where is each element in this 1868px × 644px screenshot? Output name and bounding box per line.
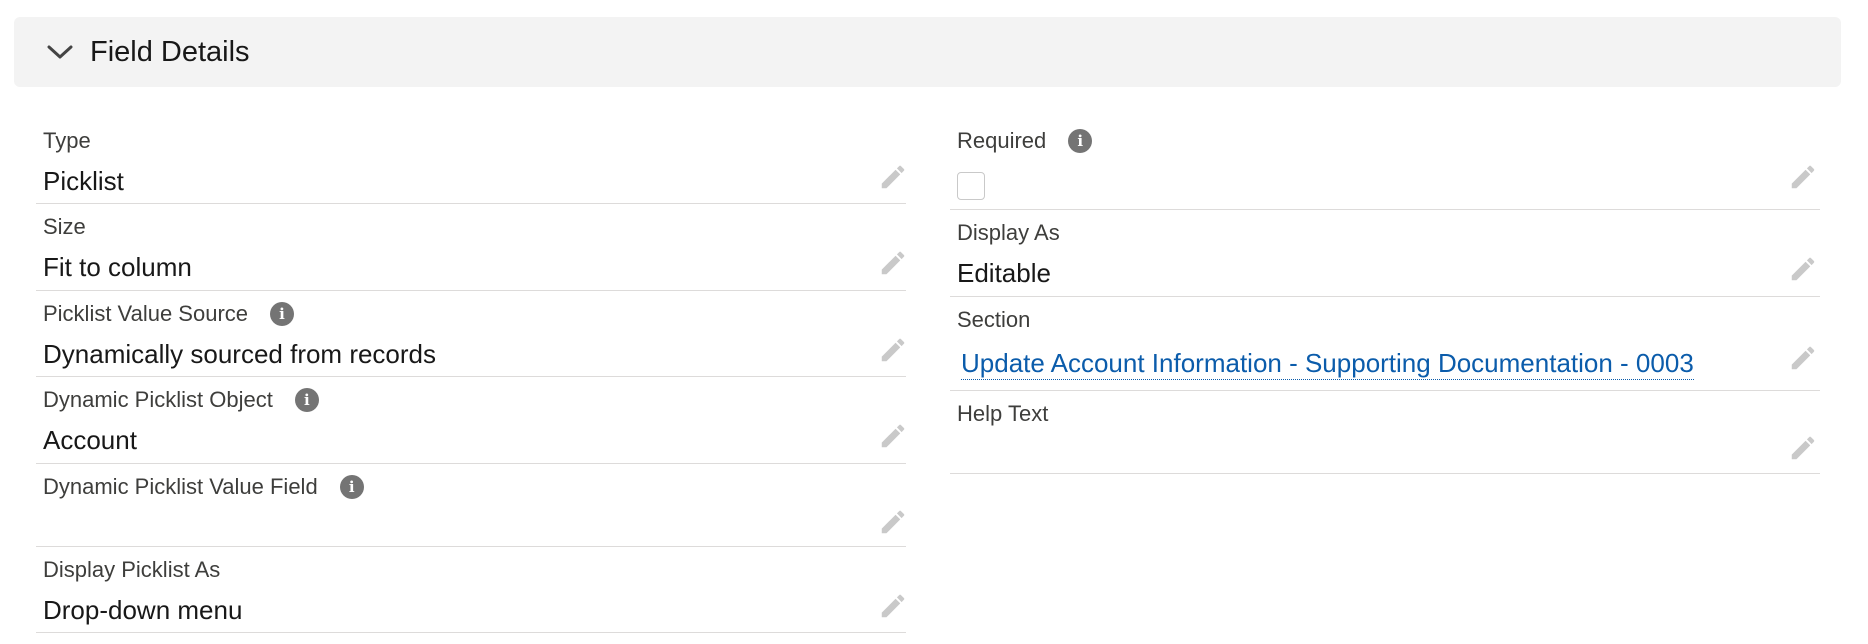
field-label: Size: [43, 214, 86, 239]
field-required: Required i: [950, 118, 1820, 210]
info-icon[interactable]: i: [270, 302, 295, 326]
info-icon[interactable]: i: [1068, 129, 1093, 153]
field-label: Dynamic Picklist Object i: [43, 387, 319, 413]
pencil-icon[interactable]: [878, 421, 908, 451]
section-header[interactable]: Field Details: [14, 17, 1841, 87]
field-label: Help Text: [957, 401, 1049, 426]
pencil-icon[interactable]: [1788, 254, 1818, 284]
field-type: Type Picklist: [36, 118, 906, 204]
field-label: Section: [957, 307, 1031, 332]
field-display-as: Display As Editable: [950, 210, 1820, 297]
info-icon[interactable]: i: [294, 388, 319, 412]
pencil-icon[interactable]: [878, 162, 908, 192]
field-label: Display Picklist As: [43, 557, 221, 582]
field-value: Drop-down menu: [43, 595, 243, 625]
info-icon[interactable]: i: [339, 475, 364, 499]
pencil-icon[interactable]: [878, 591, 908, 621]
field-value: Editable: [957, 258, 1051, 288]
field-dynamic-picklist-value-field: Dynamic Picklist Value Field i: [36, 464, 906, 547]
field-display-picklist-as: Display Picklist As Drop-down menu: [36, 547, 906, 633]
chevron-down-icon[interactable]: [40, 32, 80, 72]
field-section: Section Update Account Information - Sup…: [950, 297, 1820, 391]
section-link[interactable]: Update Account Information - Supporting …: [961, 348, 1694, 380]
field-label: Picklist Value Source i: [43, 301, 295, 327]
field-label: Dynamic Picklist Value Field i: [43, 474, 364, 500]
field-label: Required i: [957, 128, 1093, 154]
pencil-icon[interactable]: [878, 248, 908, 278]
field-size: Size Fit to column: [36, 204, 906, 291]
field-dynamic-picklist-object: Dynamic Picklist Object i Account: [36, 377, 906, 464]
field-value: Dynamically sourced from records: [43, 339, 437, 369]
field-value: Fit to column: [43, 252, 192, 282]
field-picklist-value-source: Picklist Value Source i Dynamically sourc…: [36, 291, 906, 377]
pencil-icon[interactable]: [1788, 343, 1818, 373]
field-label: Display As: [957, 220, 1060, 245]
field-value: Picklist: [43, 166, 124, 196]
pencil-icon[interactable]: [1788, 433, 1818, 463]
field-value: Update Account Information - Supporting …: [961, 348, 1694, 380]
field-help-text: Help Text: [950, 391, 1820, 474]
pencil-icon[interactable]: [878, 335, 908, 365]
section-title: Field Details: [90, 35, 250, 68]
field-value: Account: [43, 425, 137, 455]
pencil-icon[interactable]: [878, 507, 908, 537]
pencil-icon[interactable]: [1788, 162, 1818, 192]
required-checkbox[interactable]: [957, 172, 985, 200]
field-label: Type: [43, 128, 91, 153]
